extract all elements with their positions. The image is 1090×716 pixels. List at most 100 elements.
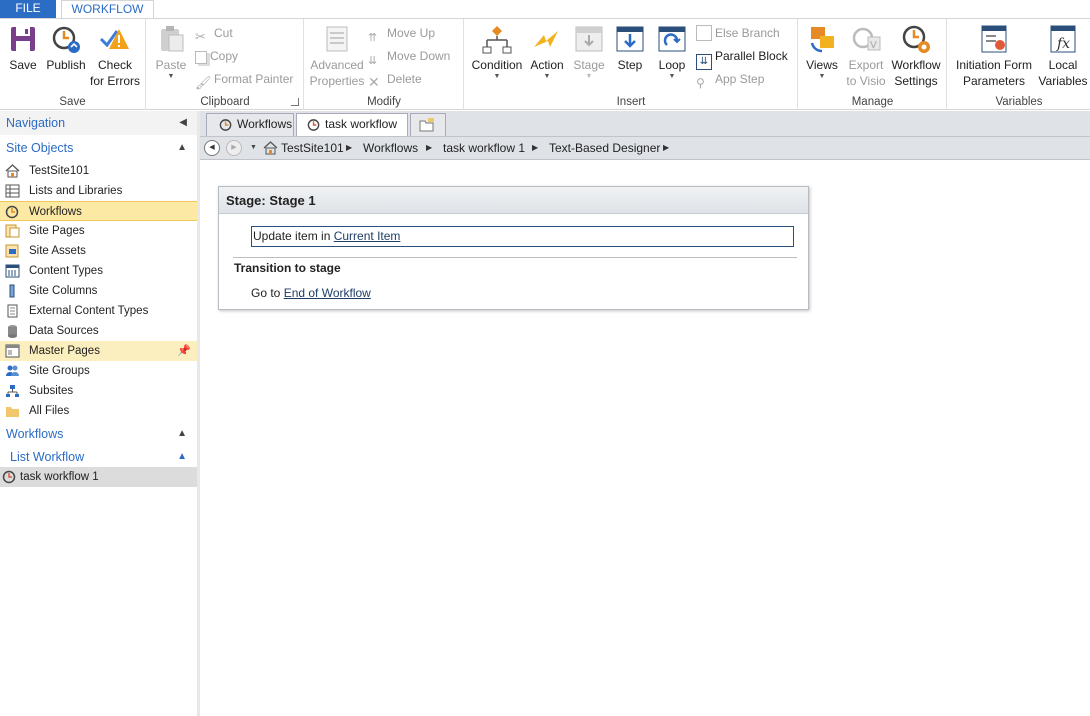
breadcrumb-item-text-based-designer[interactable]: Text-Based Designer xyxy=(549,137,660,159)
manage-group: Views ▼ V Export to Visio Workflow Setti… xyxy=(799,19,947,110)
app-step-button[interactable]: ⚲ App Step xyxy=(696,69,764,90)
views-button[interactable]: Views ▼ xyxy=(803,23,841,81)
variables-group-label: Variables xyxy=(995,96,1043,108)
nav-item-workflows[interactable]: Workflows xyxy=(0,201,197,221)
document-tab-bar: Workflows task workflow 1 xyxy=(200,111,1090,152)
ribbon-tab-bar: FILE WORKFLOW xyxy=(0,0,1090,19)
delete-button[interactable]: ✕ Delete xyxy=(368,69,422,90)
save-button[interactable]: Save xyxy=(4,23,42,73)
nav-item-master-pages[interactable]: Master Pages 📌 xyxy=(0,341,197,361)
check-for-errors-button[interactable]: Check for Errors xyxy=(88,23,142,89)
collapse-pane-icon[interactable]: ◀ xyxy=(179,111,187,135)
action-dropdown-caret[interactable]: ▼ xyxy=(527,73,567,81)
breadcrumb-separator-icon[interactable]: ▶ xyxy=(532,137,538,159)
nav-item-testsite101[interactable]: TestSite101 xyxy=(0,161,197,181)
forward-button[interactable]: ▶ xyxy=(226,140,242,156)
else-branch-button[interactable]: Else Branch xyxy=(696,23,780,43)
designer-canvas[interactable]: Stage: Stage 1 Update item in Current It… xyxy=(200,160,1090,716)
paste-button[interactable]: Paste ▼ xyxy=(151,23,191,81)
condition-dropdown-caret[interactable]: ▼ xyxy=(469,73,525,81)
stage-block[interactable]: Stage: Stage 1 Update item in Current It… xyxy=(218,186,809,310)
nav-item-external-content-types[interactable]: External Content Types xyxy=(0,301,197,321)
action-statement[interactable]: Update item in Current Item xyxy=(251,226,794,247)
new-tab-button[interactable] xyxy=(410,113,446,136)
clipboard-launcher-icon[interactable] xyxy=(291,98,299,106)
back-button[interactable]: ◀ xyxy=(204,140,220,156)
workflow-tab[interactable]: WORKFLOW xyxy=(61,0,154,19)
variables-group: Initiation Form Parameters fx Local Vari… xyxy=(948,19,1090,110)
navigation-header: Navigation ◀ xyxy=(0,111,197,135)
export-to-visio-button[interactable]: V Export to Visio xyxy=(843,23,889,89)
list-workflow-header[interactable]: List Workflow ▲ xyxy=(4,445,197,469)
workflow-icon xyxy=(5,205,19,219)
pin-icon[interactable]: 📌 xyxy=(177,341,191,361)
breadcrumb-separator-icon[interactable]: ▶ xyxy=(426,137,432,159)
columns-icon xyxy=(9,284,15,298)
workflows-header[interactable]: Workflows ▲ xyxy=(0,422,197,446)
loop-button[interactable]: Loop ▼ xyxy=(653,23,691,81)
nav-item-content-types[interactable]: Content Types xyxy=(0,261,197,281)
initiation-form-parameters-button[interactable]: Initiation Form Parameters xyxy=(952,23,1036,89)
advanced-properties-button[interactable]: Advanced Properties xyxy=(307,23,367,89)
condition-button[interactable]: Condition ▼ xyxy=(469,23,525,81)
chevron-up-icon[interactable]: ▲ xyxy=(177,422,187,446)
nav-item-site-columns[interactable]: Site Columns xyxy=(0,281,197,301)
format-painter-button[interactable]: 🖌 Format Painter xyxy=(195,69,293,90)
condition-icon xyxy=(482,26,512,54)
chevron-up-icon[interactable]: ▲ xyxy=(177,445,187,469)
navigation-pane: Navigation ◀ Site Objects ▲ TestSite101 … xyxy=(0,111,200,716)
current-item-link[interactable]: Current Item xyxy=(334,229,401,243)
stage-title: Stage: Stage 1 xyxy=(219,187,808,214)
nav-item-task-workflow-1[interactable]: task workflow 1 xyxy=(0,467,197,487)
cut-button[interactable]: ✂ Cut xyxy=(195,23,233,44)
content-types-icon xyxy=(5,264,20,278)
step-icon xyxy=(616,26,644,52)
site-objects-header[interactable]: Site Objects ▲ xyxy=(0,136,197,160)
workflow-settings-button[interactable]: Workflow Settings xyxy=(889,23,943,89)
file-tab[interactable]: FILE xyxy=(0,0,56,18)
save-group-label: Save xyxy=(59,96,86,108)
breadcrumb-item-workflows[interactable]: Workflows xyxy=(363,137,418,159)
nav-item-data-sources[interactable]: Data Sources xyxy=(0,321,197,341)
nav-item-site-groups[interactable]: Site Groups xyxy=(0,361,197,381)
nav-item-subsites[interactable]: Subsites xyxy=(0,381,197,401)
paste-icon xyxy=(161,26,184,52)
paste-dropdown-caret[interactable]: ▼ xyxy=(151,73,191,81)
nav-item-all-files[interactable]: All Files xyxy=(0,401,197,421)
breadcrumb-separator-icon[interactable]: ▶ xyxy=(346,137,352,159)
history-dropdown-icon[interactable]: ▼ xyxy=(250,137,257,159)
parallel-block-button[interactable]: ⇊ Parallel Block xyxy=(696,46,788,70)
publish-icon xyxy=(52,26,80,53)
goto-statement[interactable]: Go to End of Workflow xyxy=(251,285,371,301)
nav-item-site-assets[interactable]: Site Assets xyxy=(0,241,197,261)
move-down-button[interactable]: ⇊ Move Down xyxy=(368,46,450,67)
step-button[interactable]: Step xyxy=(611,23,649,73)
tab-workflows[interactable]: Workflows xyxy=(206,113,294,136)
publish-button[interactable]: Publish xyxy=(44,23,88,73)
stage-dropdown-caret[interactable]: ▼ xyxy=(569,73,609,81)
loop-dropdown-caret[interactable]: ▼ xyxy=(653,73,691,81)
groups-icon xyxy=(6,365,19,376)
breadcrumb-item-testsite101[interactable]: TestSite101 xyxy=(281,137,344,159)
workflow-settings-icon xyxy=(902,25,930,53)
stage-button[interactable]: Stage ▼ xyxy=(569,23,609,81)
clipboard-group-label: Clipboard xyxy=(200,96,250,108)
workflow-icon xyxy=(2,470,16,484)
breadcrumb-item-task-workflow-1[interactable]: task workflow 1 xyxy=(443,137,525,159)
scissors-icon: ✂ xyxy=(195,29,206,44)
views-dropdown-caret[interactable]: ▼ xyxy=(803,73,841,81)
tab-task-workflow-1[interactable]: task workflow 1 xyxy=(296,113,408,152)
new-tab-icon xyxy=(419,118,434,132)
nav-item-lists-and-libraries[interactable]: Lists and Libraries xyxy=(0,181,197,201)
breadcrumb: ◀ ▶ ▼ TestSite101 ▶ Workflows ▶ task wor… xyxy=(200,136,1090,160)
action-button[interactable]: Action ▼ xyxy=(527,23,567,81)
end-of-workflow-link[interactable]: End of Workflow xyxy=(284,286,371,300)
copy-button[interactable]: Copy xyxy=(195,46,238,66)
local-variables-button[interactable]: fx Local Variables xyxy=(1038,23,1088,89)
brush-icon: 🖌 xyxy=(195,75,212,90)
nav-item-site-pages[interactable]: Site Pages xyxy=(0,221,197,241)
properties-icon xyxy=(326,26,348,52)
move-up-button[interactable]: ⇈ Move Up xyxy=(368,23,435,44)
chevron-up-icon[interactable]: ▲ xyxy=(177,136,187,160)
breadcrumb-separator-icon[interactable]: ▶ xyxy=(663,137,669,159)
